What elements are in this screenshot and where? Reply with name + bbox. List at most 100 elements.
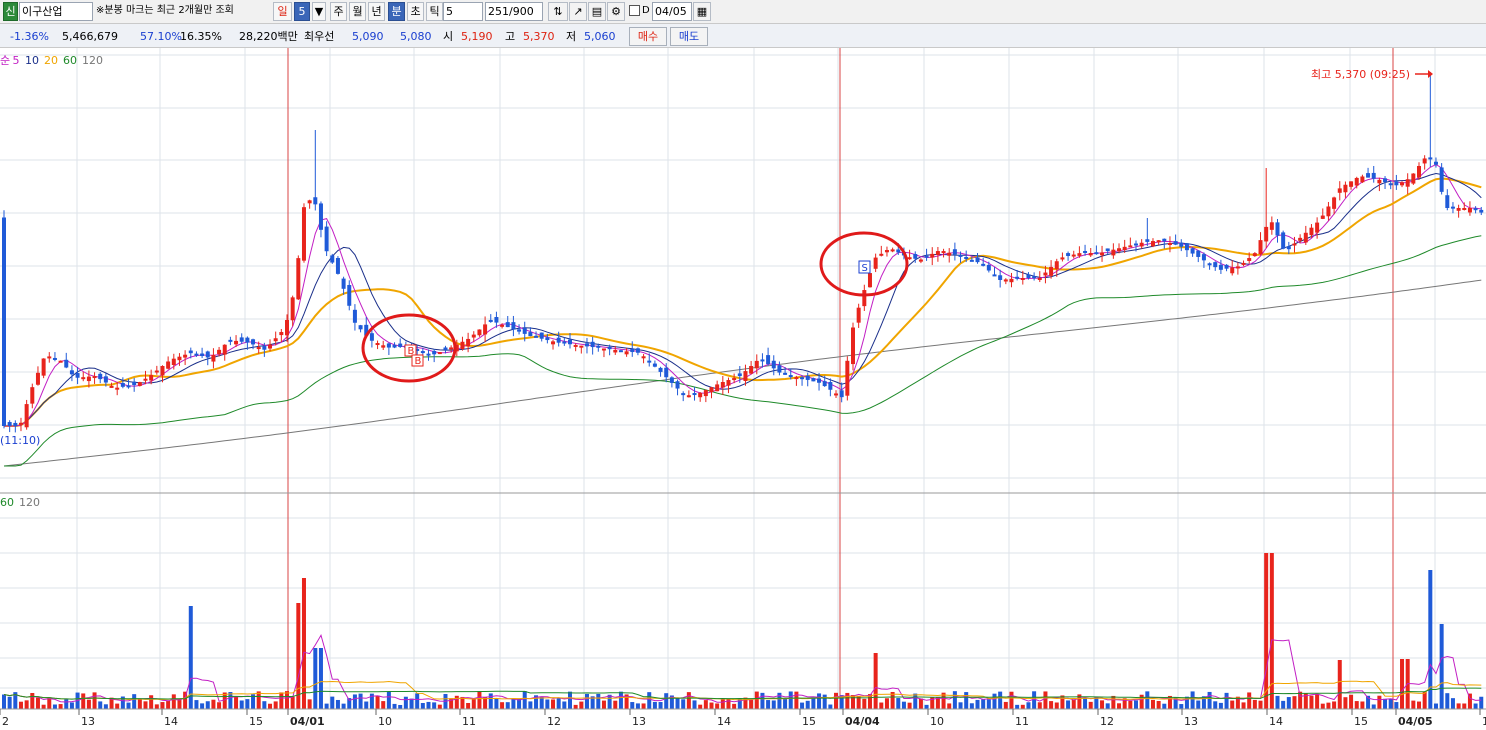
volume-bar <box>528 701 533 709</box>
ratio-value: 16.35% <box>180 30 222 43</box>
volume-bar <box>1009 691 1014 709</box>
volume-bar <box>454 695 459 709</box>
interval-select[interactable]: 5 <box>443 2 483 21</box>
volume-bar <box>975 699 980 709</box>
candle-body <box>1009 278 1014 283</box>
period-tab-0[interactable]: 일 <box>273 2 292 21</box>
candle-body <box>86 376 91 382</box>
candle-body <box>1122 246 1127 251</box>
zoom-icon[interactable]: ↗ <box>569 2 587 21</box>
settings-icon[interactable]: ⚙ <box>607 2 625 21</box>
candle-body <box>98 373 103 380</box>
candle-body <box>69 370 74 375</box>
count-current: 251 <box>488 5 509 18</box>
volume-bar <box>352 694 357 709</box>
period-tab-7[interactable]: 초 <box>407 2 424 21</box>
volume-bar <box>1354 701 1359 709</box>
candle-body <box>737 373 742 377</box>
candle-body <box>205 351 210 358</box>
sell-marker-label: S <box>862 263 868 274</box>
open-price: 5,190 <box>461 30 493 43</box>
candle-body <box>460 341 465 349</box>
volume-bar <box>1128 700 1133 709</box>
date-field[interactable]: 04/05 <box>652 2 692 21</box>
candle-body <box>222 344 227 355</box>
price-volume-chart[interactable]: 순 5 10 20 60 120 60 120 2 13 14 15 04/01 10 11 12 13 14… <box>0 48 1486 730</box>
candle-body <box>1411 173 1416 184</box>
volume-bar <box>822 694 827 709</box>
candle-body <box>1066 253 1071 256</box>
volume-bar <box>1411 700 1416 709</box>
candle-body <box>1184 243 1189 251</box>
period-tab-4[interactable]: 월 <box>349 2 366 21</box>
buy-button[interactable]: 매수 <box>629 27 667 46</box>
volume-bar <box>1343 697 1348 709</box>
candle-body <box>658 367 663 372</box>
candle-body <box>862 290 867 307</box>
candle-body <box>1275 222 1280 236</box>
volume-bar <box>268 703 273 709</box>
count-field[interactable]: 251/900 <box>485 2 543 21</box>
stock-name-input[interactable]: 이구산업 <box>19 2 93 21</box>
period-tab-5[interactable]: 년 <box>368 2 385 21</box>
volume-bar <box>618 691 623 709</box>
sell-button[interactable]: 매도 <box>670 27 708 46</box>
candle-body <box>18 422 23 425</box>
candle-body <box>1320 215 1325 219</box>
volume-bar <box>1349 694 1354 709</box>
volume-bar <box>766 700 771 709</box>
volume-bar <box>1326 702 1331 709</box>
candle-body <box>1235 266 1240 269</box>
candle-body <box>511 322 516 330</box>
candle-body <box>398 343 403 347</box>
date-checkbox[interactable] <box>629 5 640 16</box>
candle-body <box>313 197 318 205</box>
candle-body <box>1286 246 1291 250</box>
minute-mark-notice: ※분봉 마크는 최근 2개월만 조회 <box>96 5 234 16</box>
candle-body <box>715 384 720 392</box>
candle-body <box>1383 178 1388 183</box>
chart-toolbar: 신 이구산업 ※분봉 마크는 최근 2개월만 조회 일 5 ▼ 주 월 년 분 초 틱 5 25… <box>0 0 1486 24</box>
candle-body <box>924 255 929 258</box>
open-label: 시 <box>443 30 454 43</box>
volume-bar <box>1479 696 1484 709</box>
volume-bar <box>403 696 408 709</box>
volume-bar <box>35 697 40 709</box>
candle-body <box>958 254 963 257</box>
candle-body <box>1094 252 1099 255</box>
candle-body <box>443 347 448 350</box>
volume-bar <box>7 696 12 709</box>
candle-body <box>1337 188 1342 193</box>
toggle-icon[interactable]: ⇅ <box>548 2 568 21</box>
period-tab-2[interactable]: ▼ <box>312 2 326 21</box>
x-tick-label: 04/01 <box>290 715 325 728</box>
volume-bar <box>166 701 171 709</box>
volume-bar <box>228 692 233 709</box>
candle-body <box>103 376 108 383</box>
volume-bar <box>98 701 103 709</box>
candle-body <box>335 257 340 274</box>
candle-body <box>851 327 855 365</box>
volume-bar <box>330 696 335 709</box>
period-tab-8[interactable]: 틱 <box>426 2 443 21</box>
candle-body <box>1292 243 1297 246</box>
period-tab-6[interactable]: 분 <box>388 2 405 21</box>
candle-body <box>1326 206 1331 217</box>
candle-body <box>64 359 69 368</box>
candle-body <box>698 392 703 398</box>
volume-bar <box>709 702 714 709</box>
period-tab-3[interactable]: 주 <box>330 2 347 21</box>
volume-bar <box>568 691 572 709</box>
volume-bar <box>381 701 386 709</box>
volume-bar <box>154 704 159 709</box>
save-icon[interactable]: ▤ <box>588 2 606 21</box>
volume-bar <box>879 702 884 709</box>
volume-bar <box>918 698 923 709</box>
volume-bar <box>488 693 493 709</box>
calendar-icon[interactable]: ▦ <box>693 2 711 21</box>
ma5-line <box>4 163 1482 427</box>
period-tab-1[interactable]: 5 <box>294 2 310 21</box>
candle-body <box>217 349 222 355</box>
volume-bar <box>511 699 516 709</box>
volume-bar <box>675 698 680 709</box>
